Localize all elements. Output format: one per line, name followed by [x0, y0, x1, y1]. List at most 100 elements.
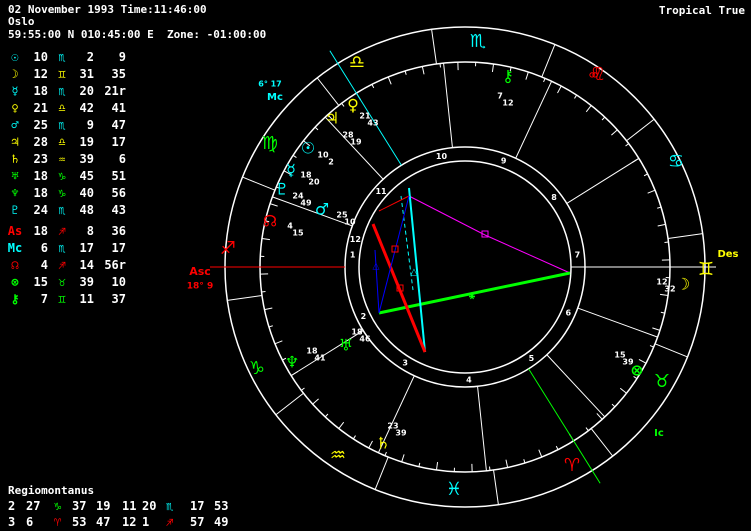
zodiac-sign-glyph: ♉	[654, 371, 670, 392]
planet-wheel-minute: 12	[502, 99, 513, 108]
planet-wheel-minute: 39	[395, 429, 407, 438]
zodiac-sign-glyph: ♏	[470, 31, 486, 52]
degree-tick	[421, 66, 425, 75]
aspect-line	[374, 249, 380, 314]
planet-wheel-minute: 46	[359, 335, 371, 344]
degree-tick	[625, 143, 630, 147]
degree-tick	[601, 116, 606, 121]
midheaven-label: Mc	[267, 92, 283, 103]
degree-tick	[611, 403, 616, 408]
degree-tick	[404, 70, 407, 75]
degree-tick	[261, 237, 270, 241]
planet-wheel-glyph: ♂	[315, 200, 329, 219]
degree-tick	[338, 421, 345, 429]
aspect-marker: △	[373, 262, 380, 272]
midheaven-position: 6° 17	[258, 80, 281, 89]
house-number: 1	[350, 251, 356, 260]
degree-tick	[649, 345, 654, 348]
descendant-label: Des	[717, 249, 738, 260]
sign-divider	[316, 77, 340, 106]
house-number: 4	[466, 375, 472, 384]
sign-divider	[590, 428, 614, 457]
planet-wheel-minute: 32	[664, 285, 675, 294]
planet-wheel-minute: 15	[292, 229, 304, 238]
degree-tick	[435, 462, 439, 471]
sign-divider	[242, 176, 276, 191]
degree-tick	[574, 94, 578, 99]
ascendant-position: 18° 9	[187, 282, 213, 292]
house-cusp-line	[577, 307, 658, 338]
aspect-marker: ⚹	[468, 291, 476, 302]
planet-wheel-glyph: ☊	[263, 212, 277, 231]
degree-tick	[611, 129, 618, 136]
imum-coeli-label: Ic	[654, 428, 664, 439]
planet-wheel-glyph: ☉	[301, 139, 315, 158]
degree-tick	[292, 154, 297, 158]
degree-tick	[585, 105, 592, 113]
house-number: 12	[350, 235, 361, 244]
planet-wheel-glyph: ♇	[275, 180, 289, 199]
degree-tick	[585, 427, 589, 432]
planet-wheel-minute: 39	[622, 358, 634, 367]
house-number: 5	[529, 354, 535, 363]
house-number: 8	[551, 193, 557, 202]
chart-wheel: 123456789101112Asc18° 9DesMc6° 17Ic♏♌♐♑♒…	[187, 26, 739, 508]
planet-wheel-minute: 41	[314, 354, 326, 363]
house-number: 7	[575, 251, 581, 260]
aspect-marker: △	[411, 268, 418, 278]
sign-divider	[374, 456, 389, 490]
degree-tick	[652, 327, 661, 331]
planet-wheel-minute: 10	[344, 218, 356, 227]
degree-tick	[505, 459, 509, 468]
zodiac-sign-glyph: ♓	[446, 479, 462, 500]
degree-tick	[274, 340, 283, 345]
degree-tick	[268, 325, 273, 328]
zodiac-sign-glyph: ♑	[249, 358, 265, 379]
zodiac-sign-glyph: ♌	[590, 64, 606, 85]
planet-wheel-glyph: ♀	[347, 96, 359, 115]
degree-tick	[368, 440, 373, 449]
degree-tick	[401, 454, 405, 463]
house-cusp-line	[477, 386, 487, 471]
house-number: 9	[501, 156, 507, 165]
house-number: 11	[375, 187, 387, 196]
degree-tick	[660, 293, 669, 297]
degree-tick	[525, 71, 529, 80]
zodiac-sign-glyph: ♊	[698, 259, 714, 280]
degree-tick	[557, 85, 562, 94]
planet-wheel-minute: 2	[328, 158, 334, 167]
planet-wheel-minute: 19	[350, 138, 362, 147]
planet-wheel-glyph: ♅	[339, 336, 353, 355]
planet-wheel-glyph: ♄	[376, 434, 390, 453]
degree-tick	[643, 173, 648, 177]
planet-wheel-minute: 20	[308, 178, 320, 187]
degree-tick	[596, 413, 603, 420]
degree-tick	[264, 307, 273, 311]
house-number: 2	[361, 312, 367, 321]
ascendant-label: Asc	[189, 265, 211, 278]
degree-tick	[269, 203, 278, 207]
degree-tick	[619, 387, 627, 394]
degree-tick	[538, 449, 543, 458]
degree-tick	[371, 84, 375, 89]
sign-divider	[227, 295, 263, 301]
sign-divider	[541, 44, 556, 78]
sign-divider	[654, 343, 688, 358]
degree-tick	[523, 459, 526, 464]
planet-wheel-minute: 43	[367, 119, 378, 128]
planet-wheel-minute: 49	[300, 199, 312, 208]
zodiac-sign-glyph: ♋	[668, 151, 684, 172]
house-number: 10	[436, 152, 448, 161]
sign-divider	[667, 233, 703, 239]
sign-divider	[275, 392, 304, 416]
degree-tick	[341, 102, 345, 107]
house-number: 6	[565, 308, 571, 317]
degree-tick	[300, 387, 305, 391]
degree-tick	[324, 413, 329, 418]
sign-divider	[626, 118, 655, 142]
aspect-line	[371, 223, 427, 353]
zodiac-sign-glyph: ♎	[349, 52, 365, 73]
sign-divider	[431, 29, 437, 65]
degree-tick	[314, 126, 319, 131]
degree-tick	[312, 398, 319, 405]
